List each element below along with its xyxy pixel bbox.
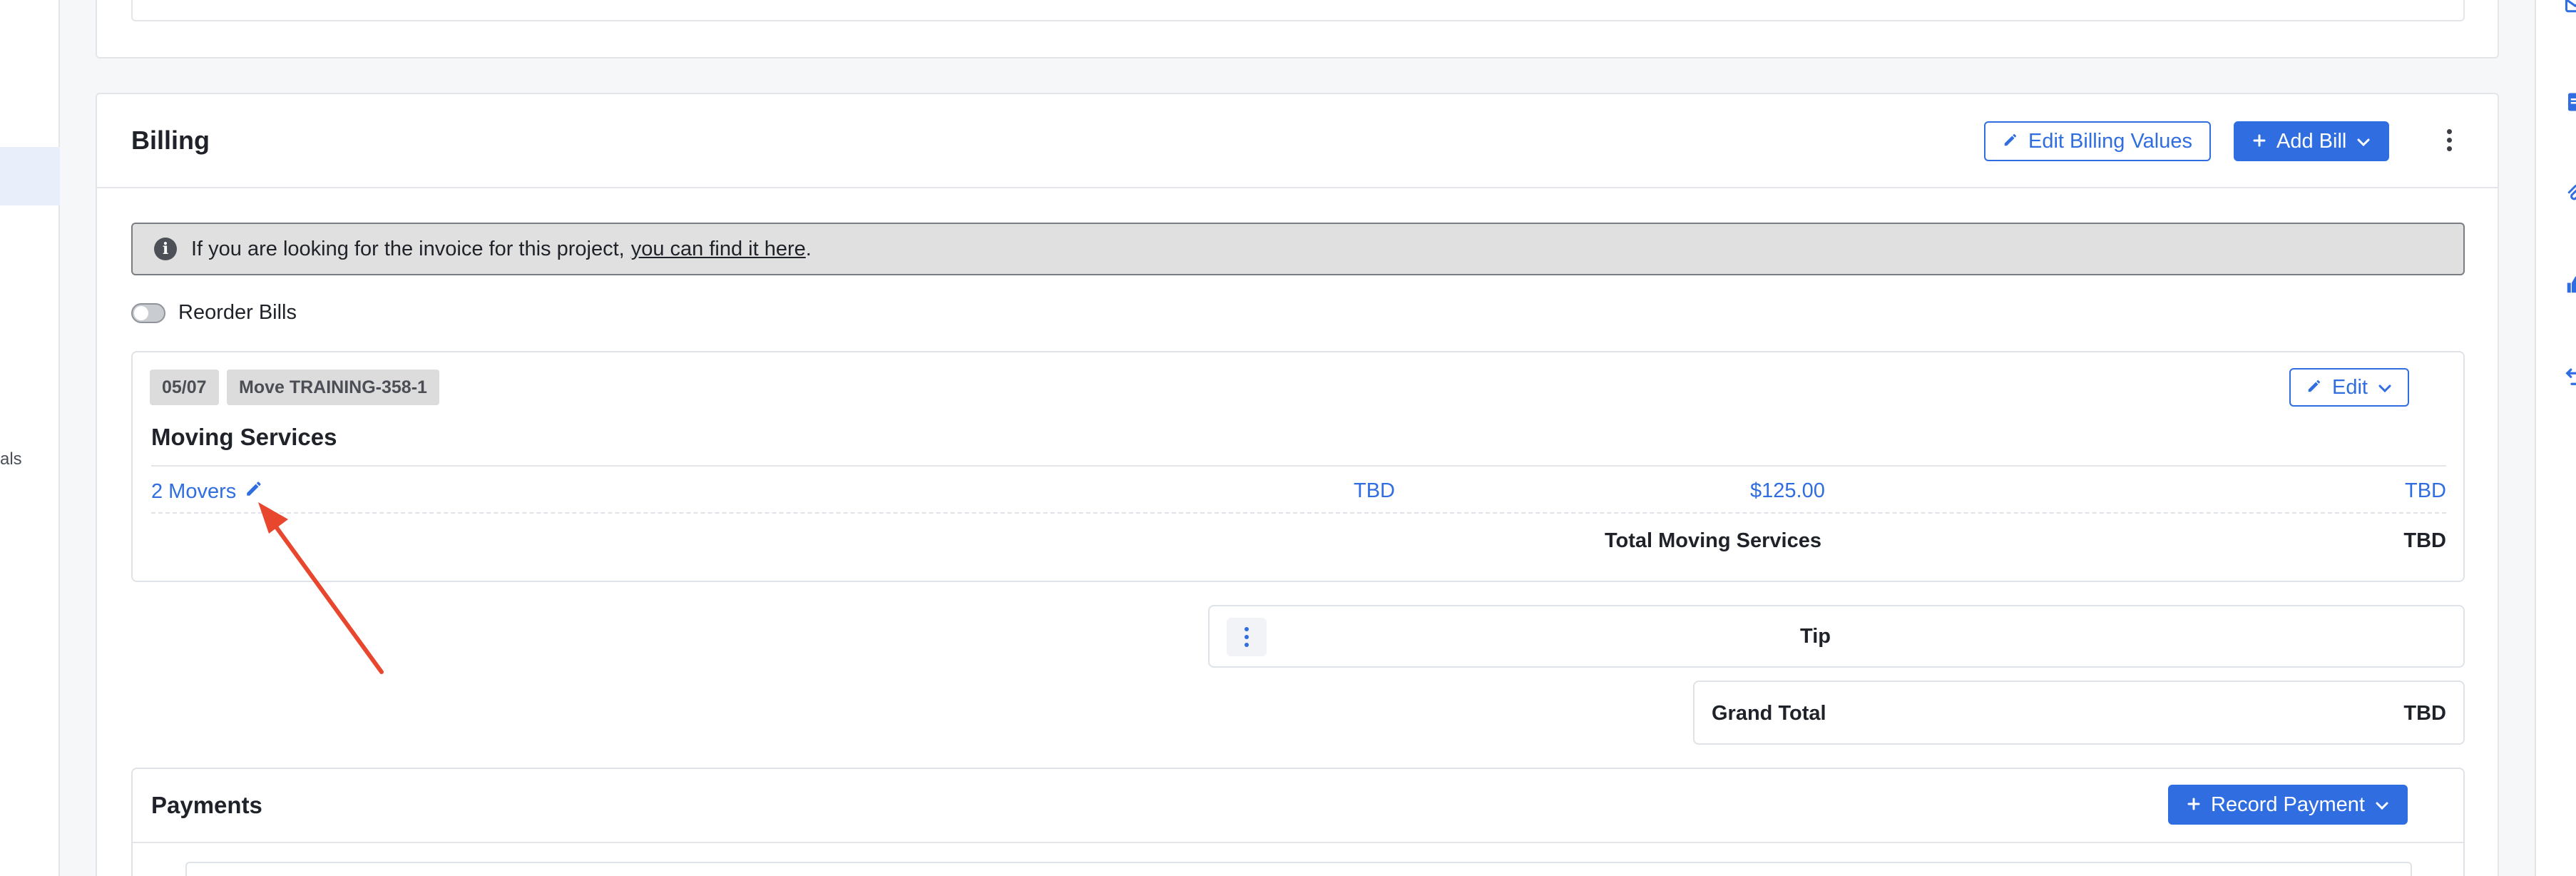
info-icon: i [154, 238, 177, 260]
tip-label: Tip [1800, 625, 1831, 648]
info-banner-text: If you are looking for the invoice for t… [191, 237, 625, 260]
sidebar-active-item[interactable] [0, 147, 60, 205]
bill-title: Moving Services [151, 424, 337, 450]
pencil-icon [2306, 376, 2322, 399]
payments-list [185, 862, 2412, 876]
thumbs-up-icon[interactable] [2565, 274, 2576, 295]
kebab-icon [1238, 623, 1255, 651]
payments-card: Payments Record Payment [131, 768, 2465, 876]
edit-billing-values-button[interactable]: Edit Billing Values [1984, 121, 2211, 161]
billing-card: Billing Edit Billing Values Add Bill i I… [96, 93, 2499, 876]
billing-title: Billing [131, 126, 210, 155]
pencil-icon [2003, 130, 2018, 153]
line-item-rate[interactable]: $125.00 [1750, 479, 1825, 503]
chevron-down-icon [2356, 130, 2371, 153]
undo-icon[interactable] [2565, 365, 2576, 387]
mail-icon[interactable] [2565, 0, 2576, 16]
bill-total-label: Total Moving Services [1604, 529, 1821, 552]
tip-row: Tip [1208, 605, 2465, 668]
chevron-down-icon [2375, 793, 2389, 817]
info-banner-suffix: . [805, 237, 812, 260]
payments-header: Payments Record Payment [133, 769, 2463, 843]
pencil-icon[interactable] [245, 479, 263, 504]
chevron-down-icon [2378, 376, 2392, 399]
tip-options-button[interactable] [1227, 618, 1267, 656]
line-item-quantity[interactable]: TBD [1354, 479, 1395, 503]
bill-card: 05/07 Move TRAINING-358-1 Edit Moving Se… [131, 351, 2465, 582]
reorder-bills-toggle[interactable] [131, 302, 165, 323]
bill-divider [151, 465, 2446, 467]
plus-icon [2252, 130, 2266, 153]
bill-edit-button[interactable]: Edit [2289, 368, 2409, 407]
invoice-info-banner: i If you are looking for the invoice for… [131, 223, 2465, 275]
line-item-amount[interactable]: TBD [2405, 479, 2446, 503]
previous-section-card [96, 0, 2499, 58]
bill-date-tag: 05/07 [150, 370, 219, 405]
left-sidebar: als [0, 0, 60, 876]
invoice-link[interactable]: you can find it here [631, 238, 806, 261]
bill-total-row: Total Moving Services TBD [151, 522, 2446, 565]
right-sidebar [2535, 0, 2576, 876]
line-item-name-link[interactable]: 2 Movers [151, 479, 263, 504]
reorder-bills-row: Reorder Bills [131, 301, 297, 325]
document-icon[interactable] [2565, 91, 2576, 113]
grand-total-value: TBD [2403, 702, 2446, 725]
record-payment-label: Record Payment [2211, 793, 2365, 816]
reorder-bills-label: Reorder Bills [178, 301, 297, 324]
paperclip-icon[interactable] [2565, 183, 2576, 204]
line-item-name: 2 Movers [151, 479, 237, 503]
plus-icon [2187, 793, 2201, 817]
bill-edit-label: Edit [2332, 375, 2368, 399]
record-payment-button[interactable]: Record Payment [2168, 785, 2408, 825]
edit-billing-values-label: Edit Billing Values [2028, 129, 2192, 153]
previous-section-inner [131, 0, 2465, 21]
grand-total-label: Grand Total [1712, 702, 1826, 725]
sidebar-item-label[interactable]: als [0, 449, 22, 469]
grand-total-row: Grand Total TBD [1693, 681, 2465, 745]
add-bill-button[interactable]: Add Bill [2234, 121, 2390, 161]
payments-title: Payments [151, 792, 262, 818]
bill-move-tag: Move TRAINING-358-1 [227, 370, 439, 405]
billing-more-kebab-icon[interactable] [2440, 126, 2458, 154]
add-bill-label: Add Bill [2276, 129, 2347, 153]
bill-total-value: TBD [2403, 529, 2446, 552]
billing-header: Billing Edit Billing Values Add Bill [97, 94, 2498, 188]
bill-line-item: 2 Movers TBD $125.00 TBD [151, 474, 2446, 514]
